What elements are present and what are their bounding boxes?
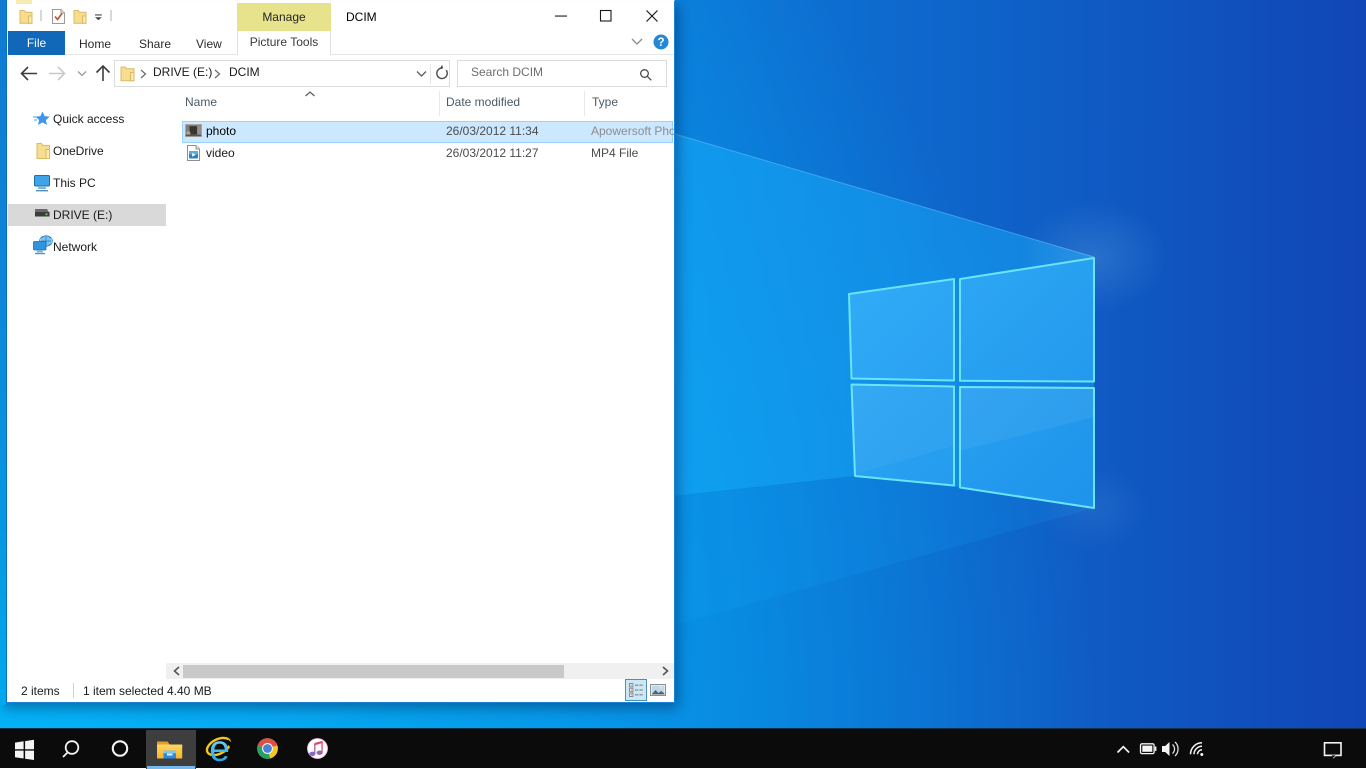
svg-text:?: ? bbox=[657, 37, 664, 49]
svg-text:e: e bbox=[209, 729, 230, 769]
